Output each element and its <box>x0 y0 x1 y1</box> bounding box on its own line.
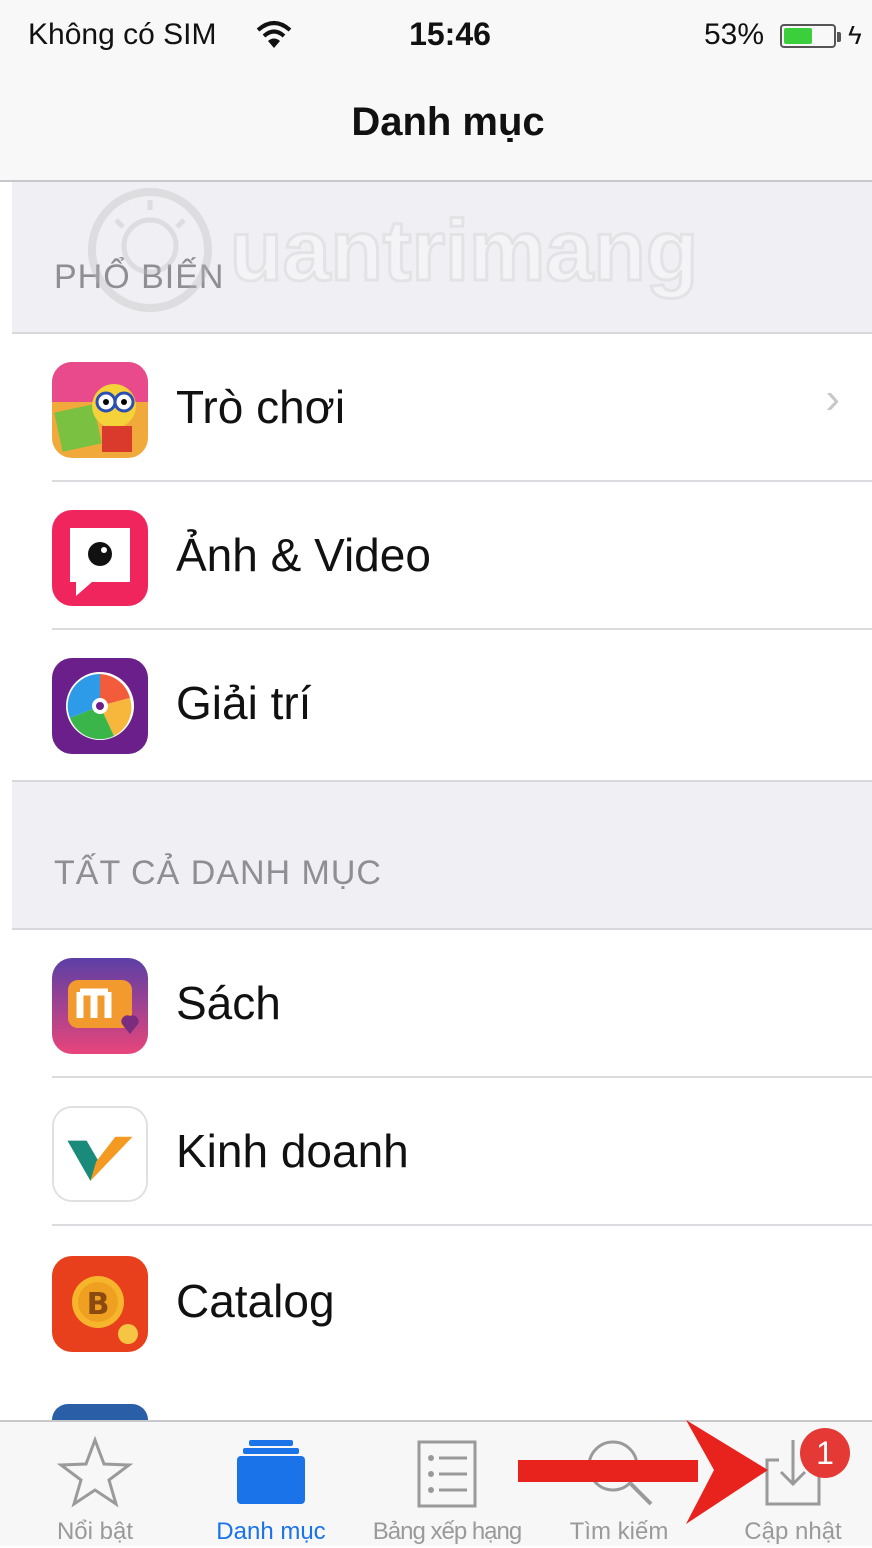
battery-percent: 53% <box>704 18 765 51</box>
tab-label: Danh mục <box>216 1518 326 1545</box>
battery-icon <box>780 24 841 48</box>
star-icon <box>56 1435 134 1508</box>
books-app-icon <box>52 958 148 1054</box>
category-label: Giải trí <box>176 677 312 729</box>
updates-badge: 1 <box>800 1428 850 1478</box>
category-label: Catalog <box>176 1275 335 1327</box>
nav-bar: Danh mục <box>0 76 872 182</box>
section-label-all: TẤT CẢ DANH MỤC <box>54 854 382 892</box>
status-bar: Không có SIM 15:46 53% ϟ <box>0 0 872 76</box>
category-row-catalog[interactable]: B Catalog <box>12 1228 872 1376</box>
tab-label: Bảng xếp hạng <box>372 1518 522 1545</box>
category-label: Ảnh & Video <box>176 529 431 581</box>
category-row-business[interactable]: Kinh doanh <box>12 1078 872 1226</box>
business-app-icon <box>52 1106 148 1202</box>
category-row-partial[interactable] <box>52 1404 148 1420</box>
section-header-popular: PHỔ BIẾN <box>12 182 872 334</box>
entertainment-app-icon <box>52 658 148 754</box>
games-app-icon <box>52 362 148 458</box>
catalog-app-icon: B <box>52 1256 148 1352</box>
category-row-photo-video[interactable]: Ảnh & Video <box>12 482 872 630</box>
chevron-right-icon: › <box>825 374 840 423</box>
photo-video-app-icon <box>52 510 148 606</box>
tab-categories[interactable]: Danh mục <box>186 1422 356 1548</box>
annotation-arrow-icon <box>518 1420 768 1524</box>
tab-top-charts[interactable]: Bảng xếp hạng <box>362 1422 532 1548</box>
category-label: Sách <box>176 977 281 1029</box>
list-icon <box>417 1440 477 1508</box>
tab-label: Nổi bật <box>56 1518 134 1545</box>
category-row-games[interactable]: Trò chơi › <box>12 334 872 482</box>
category-row-books[interactable]: Sách <box>12 930 872 1078</box>
category-row-entertainment[interactable]: Giải trí <box>12 630 872 778</box>
section-header-all: TẤT CẢ DANH MỤC <box>12 780 872 930</box>
categories-icon <box>237 1440 305 1504</box>
category-label: Trò chơi <box>176 381 346 433</box>
tab-featured[interactable]: Nổi bật <box>10 1422 180 1548</box>
svg-text:B: B <box>87 1287 110 1322</box>
category-label: Kinh doanh <box>176 1125 409 1177</box>
page-title: Danh mục <box>351 100 545 144</box>
section-label-popular: PHỔ BIẾN <box>54 258 225 296</box>
charging-icon: ϟ <box>848 20 862 50</box>
